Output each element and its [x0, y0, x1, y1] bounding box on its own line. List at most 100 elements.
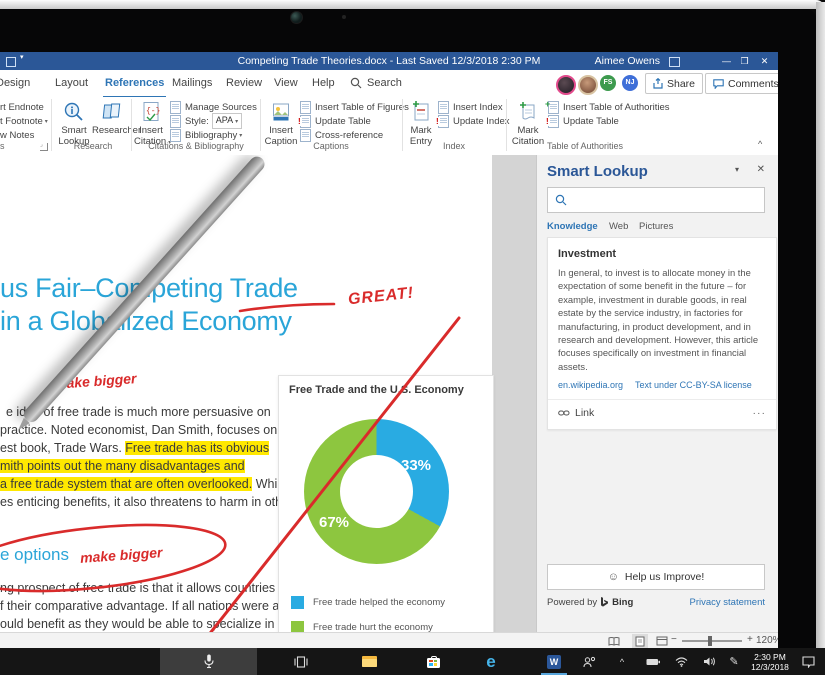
- microphone-button[interactable]: [160, 648, 257, 675]
- cross-reference-label: Cross-reference: [315, 130, 383, 141]
- group-divider: [51, 99, 52, 151]
- read-mode-button[interactable]: [606, 634, 622, 648]
- insert-toa-label: Insert Table of Authorities: [563, 102, 670, 113]
- table-of-figures-icon: [300, 101, 311, 114]
- tab-design[interactable]: Design: [0, 70, 32, 96]
- maximize-button[interactable]: ❒: [739, 52, 750, 70]
- edge-button[interactable]: e: [478, 648, 504, 675]
- doc-paragraph-line: a free trade system that are often overl…: [0, 475, 287, 493]
- privacy-statement-link[interactable]: Privacy statement: [690, 597, 766, 608]
- pane-close-icon[interactable]: ✕: [757, 164, 765, 175]
- volume-icon[interactable]: [698, 648, 720, 675]
- link-label[interactable]: Link: [575, 407, 594, 419]
- avatar[interactable]: FS: [600, 75, 616, 91]
- zoom-slider-track[interactable]: [682, 640, 742, 642]
- doc-subheading: e options: [0, 545, 69, 565]
- manage-sources-icon: [170, 101, 181, 114]
- action-center-button[interactable]: [796, 648, 820, 675]
- insert-table-of-authorities-button[interactable]: Insert Table of Authorities: [548, 100, 670, 114]
- insert-citation-label: Insert: [139, 125, 163, 136]
- taskbar-clock[interactable]: 2:30 PM 12/3/2018: [744, 648, 796, 675]
- legend-label: Free trade helped the economy: [313, 597, 445, 608]
- help-us-improve-button[interactable]: ☺ Help us Improve!: [547, 564, 765, 590]
- smart-lookup-label: Smart: [61, 125, 86, 136]
- web-layout-button[interactable]: [654, 634, 670, 648]
- license-link[interactable]: Text under CC-BY-SA license: [635, 380, 752, 390]
- share-button[interactable]: Share: [645, 73, 703, 94]
- tab-references[interactable]: References: [103, 70, 166, 98]
- cross-reference-icon: [300, 129, 311, 142]
- wifi-icon[interactable]: [670, 648, 692, 675]
- powered-by-label: Powered by: [547, 597, 597, 608]
- update-index-button[interactable]: Update Index: [438, 114, 510, 128]
- pane-tab-knowledge[interactable]: Knowledge: [547, 221, 598, 232]
- style-value[interactable]: APA▾: [212, 113, 242, 129]
- collapse-ribbon-icon[interactable]: ^: [758, 139, 762, 149]
- avatar[interactable]: NJ: [622, 75, 638, 91]
- search-box[interactable]: Search: [365, 70, 404, 96]
- battery-icon[interactable]: [642, 648, 664, 675]
- zoom-level[interactable]: 120%: [756, 635, 778, 646]
- bibliography-label: Bibliography: [185, 130, 237, 141]
- task-view-button[interactable]: [288, 648, 314, 675]
- pane-tab-pictures[interactable]: Pictures: [639, 221, 673, 232]
- tab-review[interactable]: Review: [224, 70, 264, 96]
- insert-index-button[interactable]: Insert Index: [438, 100, 503, 114]
- store-button[interactable]: [420, 648, 446, 675]
- tab-mailings[interactable]: Mailings: [170, 70, 214, 96]
- link-icon: [558, 409, 570, 417]
- dialog-launcher-icon[interactable]: ⌟: [40, 143, 48, 151]
- avatar[interactable]: [556, 75, 576, 95]
- researcher-button[interactable]: Researcher: [92, 101, 132, 136]
- people-button[interactable]: [578, 648, 600, 675]
- task-view-icon: [294, 656, 308, 668]
- show-hidden-icons-chevron[interactable]: ^: [612, 648, 632, 675]
- show-notes-button[interactable]: w Notes: [0, 128, 34, 142]
- close-button[interactable]: ✕: [759, 52, 770, 70]
- cross-reference-button[interactable]: Cross-reference: [300, 128, 383, 142]
- update-table-button[interactable]: Update Table: [300, 114, 371, 128]
- insert-table-of-figures-button[interactable]: Insert Table of Figures: [300, 100, 409, 114]
- manage-sources-button[interactable]: Manage Sources: [170, 100, 257, 114]
- mark-citation-icon: [518, 101, 538, 123]
- zoom-out-button[interactable]: −: [671, 634, 677, 645]
- tab-layout[interactable]: Layout: [53, 70, 90, 96]
- wikipedia-link[interactable]: en.wikipedia.org: [558, 380, 623, 390]
- more-options-icon[interactable]: ···: [753, 407, 767, 419]
- group-divider: [402, 99, 403, 151]
- next-footnote-button[interactable]: t Footnote▾: [0, 114, 48, 128]
- file-explorer-button[interactable]: [356, 648, 382, 675]
- doc-text: est book, Trade Wars.: [0, 441, 125, 455]
- card-body: In general, to invest is to allocate mon…: [558, 266, 766, 373]
- feedback-smiley-icon: ☺: [608, 571, 619, 583]
- style-dropdown[interactable]: Style: APA▾: [170, 114, 242, 128]
- minimize-button[interactable]: —: [721, 52, 732, 70]
- insert-toa-icon: [548, 101, 559, 114]
- pane-tab-web[interactable]: Web: [609, 221, 628, 232]
- legend-item: Free trade helped the economy: [291, 596, 445, 609]
- tab-help[interactable]: Help: [310, 70, 337, 96]
- pen-settings-icon[interactable]: ✎: [724, 648, 744, 675]
- toa-update-table-button[interactable]: Update Table: [548, 114, 619, 128]
- doc-highlighted-text: mith points out the many disadvantages a…: [0, 459, 245, 473]
- word-button[interactable]: W: [541, 648, 567, 675]
- zoom-in-button[interactable]: +: [747, 634, 753, 645]
- user-name[interactable]: Aimee Owens: [595, 52, 660, 70]
- insert-caption-label: Insert: [269, 125, 293, 136]
- tab-view[interactable]: View: [272, 70, 300, 96]
- comments-button[interactable]: Comments: [705, 73, 778, 94]
- pane-options-caret-icon[interactable]: ▾: [735, 165, 739, 174]
- citations-group-label: Citations & Bibliography: [134, 141, 258, 151]
- comments-label: Comments: [728, 78, 778, 90]
- pane-search-input[interactable]: [547, 187, 765, 213]
- insert-endnote-button[interactable]: rt Endnote: [0, 100, 44, 114]
- bibliography-button[interactable]: Bibliography▾: [170, 128, 242, 142]
- avatar[interactable]: [578, 75, 598, 95]
- share-icon: [653, 78, 663, 89]
- print-layout-button[interactable]: [632, 634, 648, 648]
- chart-object[interactable]: Free Trade and the U.S. Economy 33% 67% …: [278, 375, 494, 632]
- ribbon-display-options-icon[interactable]: [669, 57, 680, 67]
- doc-paragraph-line: ould benefit as they would be able to sp…: [0, 615, 295, 632]
- manage-sources-label: Manage Sources: [185, 102, 257, 113]
- zoom-slider-thumb[interactable]: [708, 636, 712, 646]
